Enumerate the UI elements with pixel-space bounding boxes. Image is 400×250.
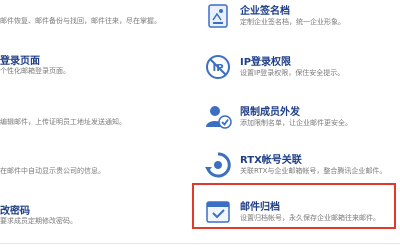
feature-title: 改密码 [0,206,30,217]
feature-title: IP登录权限 [240,57,292,68]
feature-left-2[interactable]: 登录页面 个性化邮箱登录页面。 [0,52,190,100]
bottom-divider [0,243,400,244]
feature-title: 限制成员外发 [240,107,300,118]
feature-desc: 定制企业签名档，统一企业形象。 [240,18,345,26]
feature-desc: 设置IP登录权限，保住安全提示。 [240,69,345,77]
feature-title: 企业签名档 [240,6,290,17]
archive-highlight-box [192,183,396,229]
svg-text:IP: IP [212,63,223,74]
feature-restrict-send[interactable]: 限制成员外发 添加限制名单，让企业邮件更安全。 [196,101,400,149]
ip-restrict-icon: IP [206,55,230,79]
feature-title: 登录页面 [0,56,40,67]
left-feature-column: 邮件恢复、邮件备份与找回，邮件往来，尽在掌握。 登录页面 个性化邮箱登录页面。 … [0,0,190,250]
feature-desc: 个性化邮箱登录页面。 [0,67,70,75]
feature-desc: 编辑邮件，上传证明员工地址发送通知。 [0,118,126,126]
feature-desc: 邮件恢复、邮件备份与找回，邮件往来，尽在掌握。 [0,17,161,25]
feature-desc: 在邮件中自动显示贵公司的信息。 [0,167,105,175]
feature-desc: 添加限制名单，让企业邮件更安全。 [240,119,352,127]
feature-left-4[interactable]: 在邮件中自动显示贵公司的信息。 [0,152,190,200]
rtx-link-icon [205,152,231,178]
feature-ip-restrict[interactable]: IP IP登录权限 设置IP登录权限，保住安全提示。 [196,51,400,99]
feature-left-1[interactable]: 邮件恢复、邮件备份与找回，邮件往来，尽在掌握。 [0,2,190,50]
feature-signature[interactable]: 企业签名档 定制企业签名档，统一企业形象。 [196,0,400,48]
feature-left-3[interactable]: 编辑邮件，上传证明员工地址发送通知。 [0,103,190,151]
signature-icon [208,4,228,28]
feature-title: RTX帐号关联 [240,155,302,166]
feature-desc: 关联RTX与企业邮箱帐号，整合腾讯企业邮件。 [240,167,387,175]
restrict-send-icon [206,106,232,129]
feature-desc: 要求成员定期修改密码。 [0,217,77,225]
